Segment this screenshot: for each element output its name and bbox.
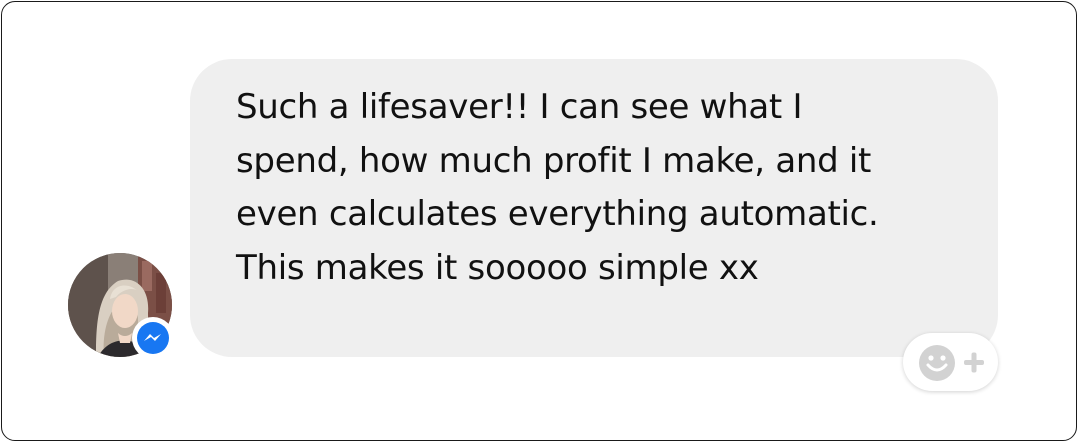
add-reaction-icon [919,345,984,381]
sender-avatar[interactable] [68,253,174,359]
add-reaction-button[interactable] [903,333,998,391]
messenger-badge [132,317,174,359]
message-text: Such a lifesaver!! I can see what I spen… [236,87,879,288]
messenger-icon [137,322,169,354]
message-bubble: Such a lifesaver!! I can see what I spen… [190,59,998,357]
chat-card: Such a lifesaver!! I can see what I spen… [1,1,1077,441]
